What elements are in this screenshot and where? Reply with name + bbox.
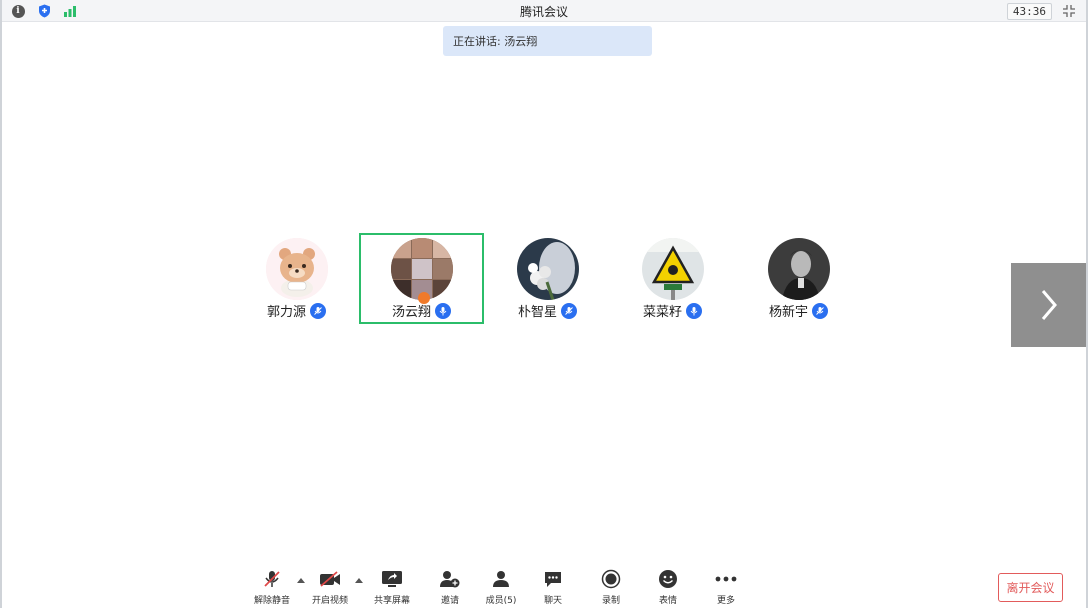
start-video-button[interactable]: 开启视频 — [304, 566, 356, 608]
participant-name: 郭力源 — [266, 305, 306, 320]
unmute-label: 解除静音 — [253, 596, 290, 606]
record-button[interactable]: 录制 — [585, 566, 637, 608]
record-label: 录制 — [601, 596, 620, 606]
next-page-button[interactable] — [1011, 263, 1086, 347]
meeting-toolbar: 解除静音 开启视频 共享屏幕 邀请 成员(5) 聊天 录制 表情 更多 — [2, 566, 1088, 608]
participant-tile[interactable]: 菜菜籽 — [610, 233, 735, 324]
chat-label: 聊天 — [543, 596, 562, 606]
invite-label: 邀请 — [440, 596, 459, 606]
meeting-window: i 腾讯会议 43:36 正在讲话: 汤云翔 郭力源 汤云翔 朴智星 菜菜籽 杨… — [0, 0, 1088, 608]
mic-on-icon — [435, 302, 451, 319]
share-screen-icon — [381, 566, 403, 592]
participant-name: 汤云翔 — [391, 305, 431, 320]
add-user-icon — [439, 566, 461, 592]
share-screen-label: 共享屏幕 — [373, 596, 410, 606]
chevron-right-icon — [1041, 290, 1057, 320]
chat-button[interactable]: 聊天 — [527, 566, 579, 608]
record-icon — [601, 566, 621, 592]
leave-meeting-button[interactable]: 离开会议 — [998, 573, 1063, 602]
participant-tile-active[interactable]: 汤云翔 — [359, 233, 484, 324]
participant-name-row: 杨新宇 — [738, 301, 859, 320]
invite-button[interactable]: 邀请 — [424, 566, 476, 608]
participant-name: 杨新宇 — [768, 305, 808, 320]
share-screen-button[interactable]: 共享屏幕 — [366, 566, 418, 608]
more-label: 更多 — [716, 596, 735, 606]
mic-muted-icon — [310, 302, 326, 319]
more-dots-icon — [715, 566, 737, 592]
reaction-button[interactable]: 表情 — [642, 566, 694, 608]
start-video-label: 开启视频 — [311, 596, 348, 606]
exit-fullscreen-icon[interactable] — [1058, 2, 1080, 20]
emoji-icon — [658, 566, 678, 592]
warning-sign-avatar — [641, 238, 704, 300]
participant-gallery: 郭力源 汤云翔 朴智星 菜菜籽 杨新宇 — [2, 233, 1088, 325]
mic-muted-icon — [262, 566, 282, 592]
mic-muted-icon — [561, 302, 577, 319]
members-icon — [491, 566, 511, 592]
active-speaker-banner: 正在讲话: 汤云翔 — [443, 26, 652, 56]
participant-name-row: 郭力源 — [236, 301, 357, 320]
unmute-button[interactable]: 解除静音 — [246, 566, 298, 608]
window-title: 腾讯会议 — [519, 5, 568, 19]
title-bar-controls: 43:36 — [1006, 2, 1080, 20]
video-options-caret-icon[interactable] — [355, 578, 363, 583]
participant-name-row: 朴智星 — [487, 301, 608, 320]
title-bar: i 腾讯会议 43:36 — [2, 0, 1086, 22]
participant-name-row: 汤云翔 — [361, 301, 482, 320]
participant-name: 菜菜籽 — [642, 305, 682, 320]
portrait-avatar — [767, 238, 830, 300]
participant-name: 朴智星 — [517, 305, 557, 320]
camera-off-icon — [319, 566, 341, 592]
participant-tile[interactable]: 朴智星 — [485, 233, 610, 324]
meeting-timer: 43:36 — [1006, 2, 1052, 20]
more-button[interactable]: 更多 — [700, 566, 752, 608]
participant-tile[interactable]: 郭力源 — [234, 233, 359, 324]
participant-name-row: 菜菜籽 — [612, 301, 733, 320]
bear-avatar — [265, 238, 328, 300]
participant-tile[interactable]: 杨新宇 — [736, 233, 861, 324]
mic-muted-icon — [812, 302, 828, 319]
members-button[interactable]: 成员(5) — [475, 566, 527, 608]
members-label: 成员(5) — [485, 596, 517, 606]
reaction-label: 表情 — [658, 596, 677, 606]
chat-bubble-icon — [543, 566, 563, 592]
mic-on-icon — [686, 302, 702, 319]
flowers-avatar — [516, 238, 579, 300]
photo-avatar — [390, 238, 453, 300]
